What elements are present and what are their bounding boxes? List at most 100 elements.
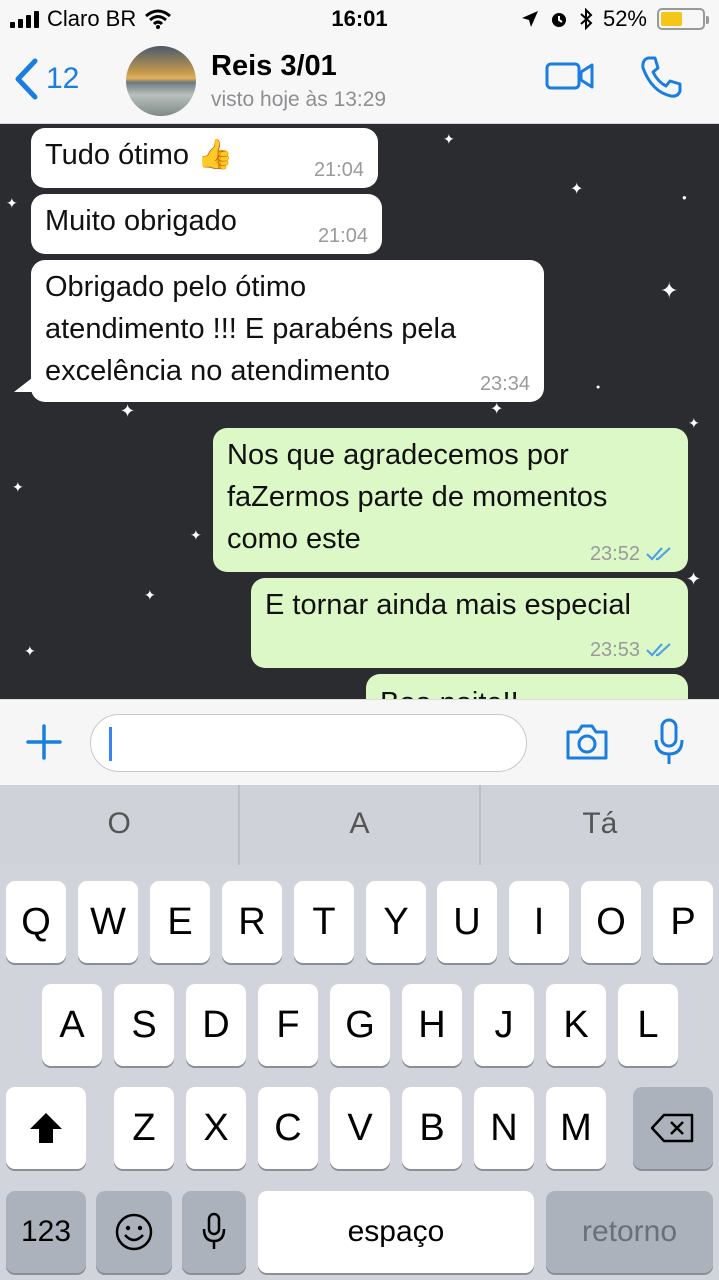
key-w[interactable]: W — [78, 881, 138, 963]
key-p[interactable]: P — [653, 881, 713, 963]
star-decoration: ✦ — [490, 401, 504, 418]
message-time: 23:52 — [589, 543, 640, 565]
star-decoration: ✦ — [144, 587, 156, 603]
message-list[interactable]: ✦ ✦ ● ✦ ✦ ● ✦ ✦ ✦ ✦ ✦ ✦ ✦ ✦ Tudo ótimo 👍… — [0, 124, 719, 699]
bubble-tail — [14, 378, 32, 392]
status-bar: Claro BR 16:01 52% — [0, 0, 719, 40]
back-button[interactable]: 12 — [14, 58, 79, 100]
unread-count: 12 — [46, 62, 80, 95]
space-key[interactable]: espaço — [258, 1191, 534, 1273]
key-y[interactable]: Y — [366, 881, 426, 963]
read-receipt-icon — [646, 643, 671, 657]
delete-backward-icon — [650, 1113, 694, 1143]
key-n[interactable]: N — [474, 1087, 534, 1169]
star-decoration: ✦ — [190, 527, 202, 543]
key-b[interactable]: B — [402, 1087, 462, 1169]
star-decoration: ✦ — [688, 415, 700, 431]
incoming-message[interactable]: Obrigado pelo ótimo atendimento !!! E pa… — [31, 260, 544, 402]
key-h[interactable]: H — [402, 984, 462, 1066]
keyboard: Q W E R T Y U I O P A S D F G H J K L Z … — [0, 865, 719, 1280]
last-seen-status: visto hoje às 13:29 — [211, 88, 387, 111]
key-t[interactable]: T — [294, 881, 354, 963]
predictive-text-bar: O A Tá — [0, 785, 719, 865]
key-e[interactable]: E — [150, 881, 210, 963]
key-k[interactable]: K — [546, 984, 606, 1066]
message-composer — [0, 699, 719, 785]
key-l[interactable]: L — [618, 984, 678, 1066]
location-arrow-icon — [521, 11, 538, 27]
chevron-left-icon — [15, 58, 38, 100]
message-text: Muito obrigado — [45, 205, 237, 237]
microphone-icon — [202, 1212, 226, 1249]
camera-icon[interactable] — [564, 722, 610, 762]
shift-arrow-icon — [30, 1113, 62, 1143]
message-text: Tudo ótimo 👍 — [45, 139, 234, 171]
star-decoration: ✦ — [686, 569, 702, 589]
message-time: 23:53 — [589, 639, 640, 661]
star-decoration: ✦ — [6, 195, 18, 211]
suggestion-item[interactable]: O — [0, 785, 241, 865]
message-time: 21:04 — [317, 225, 368, 247]
key-d[interactable]: D — [186, 984, 246, 1066]
key-z[interactable]: Z — [114, 1087, 174, 1169]
key-c[interactable]: C — [258, 1087, 318, 1169]
message-time: 21:04 — [313, 159, 364, 181]
incoming-message[interactable]: Muito obrigado 21:04 — [31, 194, 382, 254]
key-m[interactable]: M — [546, 1087, 606, 1169]
key-u[interactable]: U — [437, 881, 497, 963]
text-cursor — [109, 727, 112, 761]
message-input[interactable] — [90, 714, 527, 772]
star-decoration: ✦ — [443, 131, 455, 147]
suggestion-item[interactable]: Tá — [481, 785, 719, 865]
bluetooth-icon — [580, 8, 593, 30]
message-line: excelência no atendimento — [45, 355, 391, 387]
key-j[interactable]: J — [474, 984, 534, 1066]
alarm-icon — [551, 13, 566, 27]
backspace-key[interactable] — [633, 1087, 713, 1169]
outgoing-message[interactable]: Boa noite!! — [366, 674, 688, 699]
key-r[interactable]: R — [222, 881, 282, 963]
numbers-key[interactable]: 123 — [6, 1191, 86, 1273]
message-text: E tornar ainda mais especial — [265, 589, 631, 621]
star-decoration: ✦ — [12, 479, 24, 495]
key-i[interactable]: I — [509, 881, 569, 963]
plus-icon[interactable] — [24, 720, 64, 764]
battery-icon — [657, 8, 709, 30]
message-text: Boa noite!! — [380, 687, 519, 699]
key-a[interactable]: A — [42, 984, 102, 1066]
star-decoration: ● — [682, 193, 687, 202]
key-g[interactable]: G — [330, 984, 390, 1066]
outgoing-message[interactable]: Nos que agradecemos por faZermos parte d… — [213, 428, 688, 572]
microphone-icon[interactable] — [652, 718, 686, 768]
battery-percentage: 52% — [602, 6, 647, 31]
star-decoration: ✦ — [660, 278, 679, 303]
shift-key[interactable] — [6, 1087, 86, 1169]
key-o[interactable]: O — [581, 881, 641, 963]
return-key[interactable]: retorno — [546, 1191, 713, 1273]
message-line: atendimento !!! E parabéns pela — [45, 313, 457, 345]
key-s[interactable]: S — [114, 984, 174, 1066]
chat-header: 12 Reis 3/01 visto hoje às 13:29 — [0, 40, 719, 124]
contact-avatar[interactable] — [126, 46, 196, 116]
star-decoration: ✦ — [570, 181, 584, 198]
phone-call-icon[interactable] — [638, 54, 684, 100]
read-receipt-icon — [646, 547, 671, 561]
emoji-key[interactable] — [96, 1191, 172, 1273]
key-v[interactable]: V — [330, 1087, 390, 1169]
star-decoration: ● — [596, 384, 601, 391]
message-line: Obrigado pelo ótimo — [45, 271, 307, 303]
key-x[interactable]: X — [186, 1087, 246, 1169]
incoming-message[interactable]: Tudo ótimo 👍 21:04 — [31, 128, 378, 188]
message-time: 23:34 — [479, 373, 530, 395]
outgoing-message[interactable]: E tornar ainda mais especial 23:53 — [251, 578, 688, 668]
star-decoration: ✦ — [24, 643, 36, 659]
key-q[interactable]: Q — [6, 881, 66, 963]
star-decoration: ✦ — [120, 401, 136, 421]
key-f[interactable]: F — [258, 984, 318, 1066]
suggestion-item[interactable]: A — [240, 785, 481, 865]
video-call-icon[interactable] — [545, 58, 595, 94]
contact-name[interactable]: Reis 3/01 — [211, 50, 337, 83]
message-line: faZermos parte de momentos — [227, 481, 608, 513]
dictation-key[interactable] — [182, 1191, 246, 1273]
emoji-icon — [115, 1213, 153, 1251]
